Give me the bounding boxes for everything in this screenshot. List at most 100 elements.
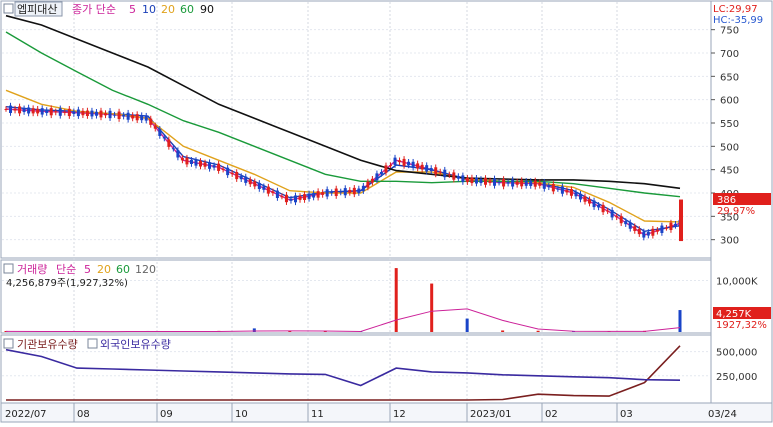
candle (520, 180, 524, 187)
volume-tag-text: 4,257K (716, 309, 752, 320)
candle (122, 114, 126, 117)
flow-legend-foreign: 외국인보유수량 (100, 338, 171, 351)
vol-legend-120: 120 (135, 263, 156, 276)
candle (352, 187, 356, 195)
candle (388, 165, 392, 167)
volume-bar (678, 310, 682, 332)
candle (619, 216, 623, 224)
candle (217, 163, 221, 171)
candle (370, 178, 374, 183)
price-tag-text: 386 (717, 195, 736, 206)
flow-legend-checkbox-2[interactable] (87, 338, 98, 349)
vol-legend-5: 5 (84, 263, 91, 276)
candle (588, 199, 592, 204)
candle (45, 110, 49, 114)
candle (262, 186, 266, 190)
candle (298, 196, 302, 200)
candle (565, 190, 569, 193)
candle (334, 188, 338, 197)
candle (524, 180, 528, 186)
candle (542, 181, 546, 189)
candle (31, 108, 35, 114)
stock-name: 엡피대산 (17, 3, 57, 16)
stock-chart-window: 2022/07 08 09 10 11 12 2023/01 02 03 03/24 750 700 6… (0, 0, 773, 423)
candle (610, 209, 614, 218)
candle (63, 111, 67, 113)
candle (27, 107, 31, 114)
candle (226, 167, 230, 176)
x-tick-label: 10 (235, 409, 248, 420)
candle (40, 108, 44, 115)
candle (624, 221, 628, 225)
candle (402, 158, 406, 166)
legend-checkbox[interactable] (3, 3, 14, 14)
candle (13, 108, 17, 111)
candle (533, 180, 537, 187)
candle (357, 188, 361, 194)
candle (275, 190, 279, 199)
x-tick-label: 09 (160, 409, 173, 420)
x-tick-label: 02 (545, 409, 558, 420)
candle (235, 171, 239, 180)
candle (429, 168, 433, 172)
candle (280, 196, 284, 198)
candle (551, 183, 555, 192)
x-tick-label: 2023/01 (470, 409, 512, 420)
candle (9, 105, 13, 113)
candle (81, 110, 85, 116)
candle (601, 204, 605, 213)
candle (361, 185, 365, 192)
lc-label: LC:29,97 (713, 4, 758, 15)
candle (194, 160, 198, 166)
volume-bar (536, 330, 540, 332)
candle (447, 174, 451, 176)
candle (22, 108, 26, 113)
candle (407, 161, 411, 166)
candle (90, 110, 94, 117)
price-tick-label: 600 (720, 96, 739, 107)
volume-bar (430, 283, 434, 332)
price-tick-label: 650 (720, 72, 739, 83)
candle (615, 216, 619, 218)
price-tick-label: 300 (720, 236, 739, 247)
candle (185, 157, 189, 165)
candle (597, 204, 601, 208)
candle (140, 115, 144, 121)
candle (425, 165, 429, 172)
candle (416, 163, 420, 169)
candle (474, 177, 478, 184)
candle (330, 192, 334, 194)
candle (348, 189, 352, 193)
candle (669, 222, 673, 231)
candle (556, 188, 560, 190)
candle (212, 165, 216, 168)
legend-ma5: 5 (129, 3, 136, 16)
volume-legend-checkbox[interactable] (3, 263, 14, 274)
candle (135, 114, 139, 121)
candle (497, 182, 501, 184)
flow-legend-checkbox[interactable] (3, 338, 14, 349)
candle (438, 171, 442, 173)
candle (158, 128, 162, 136)
candle (339, 191, 343, 193)
x-tick-label: 03/24 (708, 409, 737, 420)
candle (312, 193, 316, 198)
change-tag-text: 29,97% (717, 206, 755, 217)
candle (99, 110, 103, 118)
price-legend-prefix: 종가 단순 (72, 3, 116, 16)
candle (673, 223, 677, 226)
candle (506, 182, 510, 184)
candle (366, 181, 370, 188)
candle (203, 162, 207, 167)
price-tick-label: 550 (720, 119, 739, 130)
candle (266, 186, 270, 194)
candle (199, 160, 203, 167)
volume-title: 거래량 (17, 263, 47, 276)
candle (303, 194, 307, 201)
candle (257, 182, 261, 190)
x-tick-label: 12 (393, 409, 406, 420)
candle (117, 111, 121, 120)
volume-bar (394, 268, 398, 332)
flow-tick-label: 250,000 (716, 372, 757, 383)
candle (434, 167, 438, 175)
